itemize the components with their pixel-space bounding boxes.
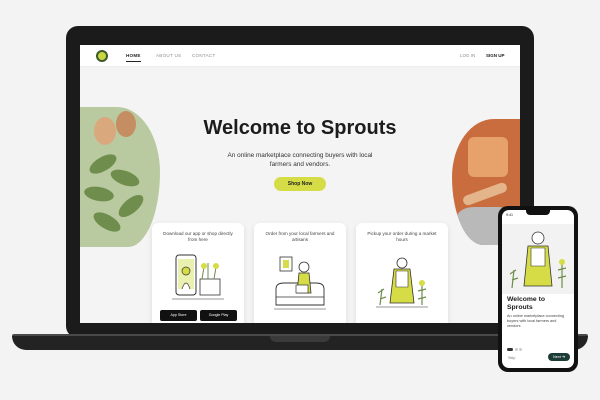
google-play-badge[interactable]: Google Play (200, 310, 237, 321)
person-sofa-illustration-icon (274, 256, 326, 310)
phone-shopping-illustration-icon (172, 254, 224, 300)
carousel-dot-active[interactable] (507, 348, 513, 351)
hero-subtitle: An online marketplace connecting buyers … (227, 152, 373, 168)
signup-link[interactable]: SIGN UP (486, 53, 505, 58)
flower-pot-image (468, 137, 508, 177)
next-button[interactable]: Next ➜ (548, 353, 570, 361)
phone-title: Welcome to Sprouts (507, 296, 546, 311)
carousel-dot[interactable] (514, 348, 518, 351)
status-time: 9:41 (506, 213, 513, 217)
card-text: Order from your local farmers and artisa… (265, 231, 335, 243)
carousel-dots (507, 338, 524, 356)
feature-card-order: Order from your local farmers and artisa… (254, 223, 346, 323)
feature-card-pickup: Pickup your order during a market hours (356, 223, 448, 323)
nav-about-us[interactable]: ABOUT US (156, 53, 181, 58)
carousel-dot[interactable] (519, 348, 522, 351)
hero-section: Welcome to Sprouts An online marketplace… (80, 67, 520, 323)
farmer-illustration-icon (376, 257, 428, 308)
nav-home[interactable]: HOME (126, 53, 141, 62)
leaf-shape (108, 166, 142, 190)
app-store-badge[interactable]: App Store (160, 310, 197, 321)
leaf-shape (83, 184, 115, 204)
card-text: Pickup your order during a market hours (367, 231, 437, 243)
shop-now-button[interactable]: Shop Now (274, 177, 326, 191)
top-nav: HOME ABOUT US CONTACT LOG IN SIGN UP (80, 45, 520, 67)
sprouts-logo-icon[interactable] (96, 50, 108, 62)
hero-title: Welcome to Sprouts (203, 117, 397, 139)
farmer-illustration-icon (509, 231, 567, 289)
phone-notch (526, 210, 550, 215)
login-link[interactable]: LOG IN (460, 53, 475, 58)
arm-image (461, 181, 509, 207)
skip-button[interactable]: Skip (508, 356, 515, 360)
feature-card-download: Download our app or shop directly from h… (152, 223, 244, 323)
laptop-screen: HOME ABOUT US CONTACT LOG IN SIGN UP Wel… (80, 45, 520, 323)
phone-subtitle: An online marketplace connecting buyers … (507, 314, 564, 329)
phone-screen: 9:41 Welcome to Sprouts An online market… (502, 210, 574, 368)
nav-contact[interactable]: CONTACT (192, 53, 216, 58)
leaf-shape (115, 190, 147, 222)
card-text: Download our app or shop directly from h… (163, 231, 233, 243)
phone-hero-illustration (502, 224, 574, 294)
